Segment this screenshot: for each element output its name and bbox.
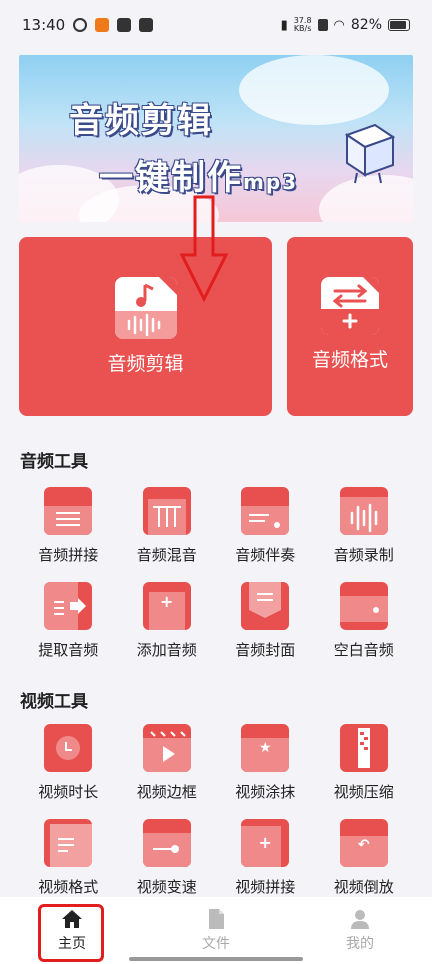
down-arrow-annotation-icon <box>180 195 229 303</box>
tool-label: 视频边框 <box>136 783 197 801</box>
video-tools-grid: 视频时长 视频边框 ★ 视频涂抹 视频压缩 视频格式 视频变速 + 视频拼接 ↶… <box>19 721 413 911</box>
tool-video-smear[interactable]: ★ 视频涂抹 <box>216 721 315 816</box>
tab-label: 文件 <box>202 935 230 952</box>
tool-add-audio[interactable]: + 添加音频 <box>118 579 217 674</box>
waveform-icon <box>339 487 388 535</box>
tool-label: 视频倒放 <box>333 878 394 896</box>
tool-label: 视频涂抹 <box>235 783 296 801</box>
rewind-icon: ↶ <box>339 819 388 867</box>
file-icon <box>209 908 224 929</box>
tool-label: 音频录制 <box>333 546 394 564</box>
tool-audio-accompany[interactable]: 音频伴奏 <box>216 484 315 579</box>
tool-audio-splice[interactable]: 音频拼接 <box>19 484 118 579</box>
audio-tools-grid: 音频拼接 音频混音 音频伴奏 音频录制 提取音频 + 添加音频 音频封面 空白音… <box>19 484 413 674</box>
zip-icon <box>339 724 388 772</box>
tool-blank-audio[interactable]: 空白音频 <box>315 579 414 674</box>
audio-edit-label: 音频剪辑 <box>107 353 184 375</box>
app-notification-icon <box>95 18 110 32</box>
cube-illustration-icon <box>344 123 396 184</box>
tool-extract-audio[interactable]: 提取音频 <box>19 579 118 674</box>
app-notification-icon <box>117 18 132 32</box>
audio-format-label: 音频格式 <box>311 349 388 371</box>
banner-line2-suffix: mp3 <box>243 170 299 194</box>
audio-tools-title: 音频工具 <box>20 452 88 472</box>
tool-video-compress[interactable]: 视频压缩 <box>315 721 414 816</box>
app-notification-icon <box>139 18 154 32</box>
speed-folder-icon <box>142 819 191 867</box>
tool-label: 视频压缩 <box>333 783 394 801</box>
home-tab-highlight-annotation <box>38 904 104 962</box>
extract-icon <box>44 582 93 630</box>
format-convert-icon <box>321 277 379 335</box>
video-tools-title: 视频工具 <box>20 692 88 712</box>
tab-label: 我的 <box>346 935 374 952</box>
tool-label: 音频伴奏 <box>235 546 296 564</box>
battery-percent: 82% <box>350 17 382 33</box>
document-slider-icon <box>241 487 290 535</box>
tool-audio-cover[interactable]: 音频封面 <box>216 579 315 674</box>
gesture-bar <box>129 957 303 961</box>
battery-icon <box>388 19 410 31</box>
tab-files[interactable]: 文件 <box>144 897 288 964</box>
plus-stack-icon: + <box>241 819 290 867</box>
blank-card-icon <box>339 582 388 630</box>
tool-label: 音频混音 <box>136 546 197 564</box>
envelope-cover-icon <box>241 582 290 630</box>
tool-label: 视频格式 <box>38 878 99 896</box>
tab-mine[interactable]: 我的 <box>288 897 432 964</box>
format-doc-icon <box>44 819 93 867</box>
folder-list-icon <box>44 487 93 535</box>
audio-format-card[interactable]: 音频格式 <box>287 237 413 416</box>
person-icon <box>351 909 369 929</box>
vibrate-icon: ▮ <box>280 17 288 33</box>
audio-edit-card[interactable]: 音频剪辑 <box>19 237 272 416</box>
banner-title-line1: 音频剪辑 <box>69 101 213 141</box>
network-speed: 37.8 KB/s <box>294 17 312 33</box>
banner-title-line2: 一键制作mp3 <box>99 150 298 199</box>
mix-bars-icon <box>142 487 191 535</box>
tool-label: 添加音频 <box>136 641 197 659</box>
add-audio-icon: + <box>142 582 191 630</box>
wifi-icon: ◠ <box>333 17 345 33</box>
tool-video-border[interactable]: 视频边框 <box>118 721 217 816</box>
app-notification-icon <box>73 18 88 32</box>
clock-icon <box>44 724 93 772</box>
tool-label: 音频拼接 <box>38 546 99 564</box>
tool-label: 视频时长 <box>38 783 99 801</box>
tool-label: 提取音频 <box>38 641 99 659</box>
tool-label: 空白音频 <box>333 641 394 659</box>
tool-label: 视频拼接 <box>235 878 296 896</box>
audio-file-icon <box>114 277 177 339</box>
tool-label: 视频变速 <box>136 878 197 896</box>
clapper-icon <box>142 724 191 772</box>
tool-video-duration[interactable]: 视频时长 <box>19 721 118 816</box>
sim-icon <box>317 19 328 31</box>
banner-line2-text: 一键制作 <box>99 158 243 198</box>
status-bar: 13:40 ▮ 37.8 KB/s ◠ 82% <box>0 0 432 50</box>
tool-audio-mix[interactable]: 音频混音 <box>118 484 217 579</box>
star-folder-icon: ★ <box>241 724 290 772</box>
speed-unit: KB/s <box>293 24 312 33</box>
clock-text: 13:40 <box>22 16 66 34</box>
tool-label: 音频封面 <box>235 641 296 659</box>
tool-audio-record[interactable]: 音频录制 <box>315 484 414 579</box>
